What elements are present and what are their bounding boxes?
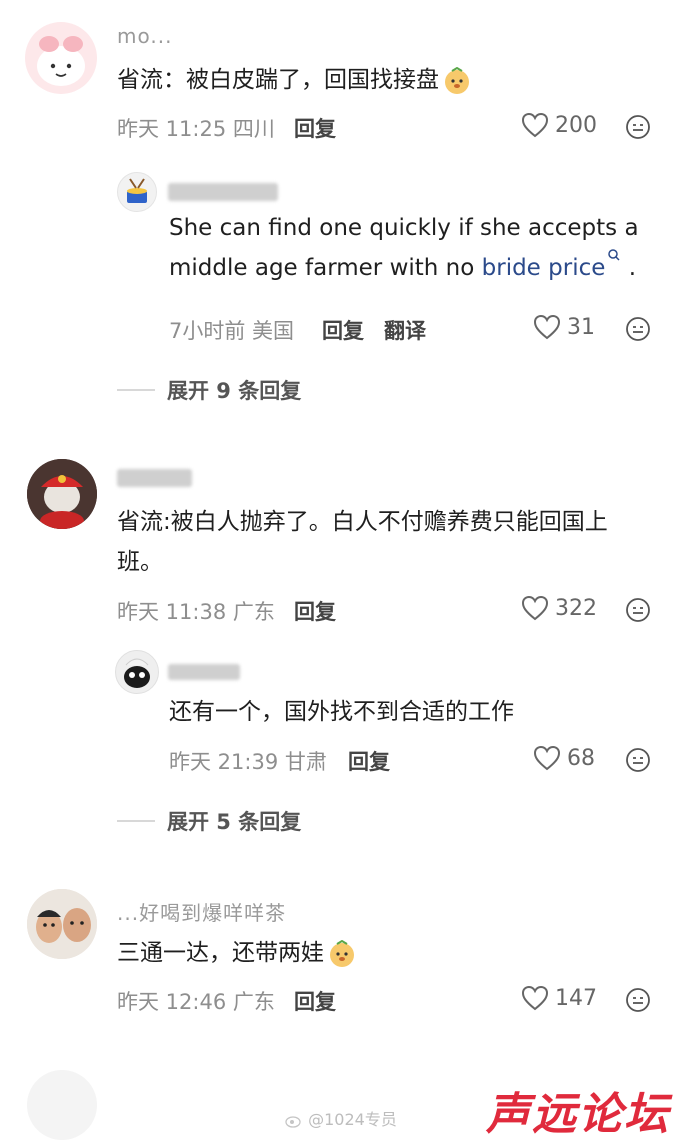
username[interactable]: mo... xyxy=(117,24,172,48)
redacted-name xyxy=(117,468,192,487)
reply-button[interactable]: 回复 xyxy=(294,986,336,1016)
like-button[interactable]: 322 xyxy=(521,595,597,621)
username-blurred[interactable] xyxy=(168,178,278,202)
heart-icon xyxy=(521,985,549,1011)
like-count: 322 xyxy=(555,595,597,621)
avatar[interactable] xyxy=(27,1070,97,1140)
avatar[interactable] xyxy=(117,172,157,212)
like-button[interactable]: 31 xyxy=(533,314,595,340)
avatar[interactable] xyxy=(115,650,159,694)
username-blurred[interactable] xyxy=(168,658,240,682)
like-button[interactable]: 147 xyxy=(521,985,597,1011)
emoji-reaction-icon[interactable] xyxy=(625,747,651,773)
username-text: mo... xyxy=(117,24,173,48)
reply-button[interactable]: 回复 xyxy=(348,746,390,776)
comment-text-content: 省流:被白人抛弃了。白人不付赡养费只能回国上班。 xyxy=(117,509,608,575)
username-text: ...好喝到爆咩咩茶 xyxy=(117,901,287,925)
expand-replies-button[interactable]: 展开 5 条回复 xyxy=(117,806,301,836)
emoji-reaction-icon[interactable] xyxy=(625,597,651,623)
dog-emoji-icon xyxy=(330,939,354,967)
expand-label: 展开 5 条回复 xyxy=(167,810,302,834)
like-count: 68 xyxy=(567,745,595,771)
comment-text: 省流：被白皮踹了，回国找接盘 xyxy=(117,60,657,100)
dog-emoji-icon xyxy=(445,66,469,94)
like-count: 31 xyxy=(567,314,595,340)
username-blurred[interactable] xyxy=(117,464,192,488)
emoji-reaction-icon[interactable] xyxy=(625,114,651,140)
avatar[interactable] xyxy=(27,459,97,529)
reply-text: She can find one quickly if she accepts … xyxy=(169,208,639,288)
expand-label: 展开 9 条回复 xyxy=(167,379,302,403)
like-button[interactable]: 200 xyxy=(521,112,597,138)
heart-icon xyxy=(521,112,549,138)
username[interactable]: ...好喝到爆咩咩茶 xyxy=(117,897,286,926)
comment-text-content: 省流：被白皮踹了，回国找接盘 xyxy=(117,67,439,93)
redacted-name xyxy=(168,663,240,680)
link-text: bride price xyxy=(481,255,606,281)
reply-text: 还有一个，国外找不到合适的工作 xyxy=(169,692,639,732)
heart-icon xyxy=(533,314,561,340)
divider-line xyxy=(117,389,155,391)
avatar[interactable] xyxy=(27,889,97,959)
comment-text: 省流:被白人抛弃了。白人不付赡养费只能回国上班。 xyxy=(117,502,647,582)
reply-time: 7小时前 美国 xyxy=(169,319,295,343)
like-count: 200 xyxy=(555,112,597,138)
brand-logo: 声远论坛 xyxy=(486,1089,670,1140)
weibo-watermark: @1024专员 xyxy=(285,1106,397,1130)
comment-time: 昨天 12:46 广东 xyxy=(117,990,275,1014)
avatar[interactable] xyxy=(25,22,97,94)
weibo-icon xyxy=(285,1115,301,1128)
like-button[interactable]: 68 xyxy=(533,745,595,771)
like-count: 147 xyxy=(555,985,597,1011)
reply-button[interactable]: 回复 xyxy=(294,113,336,143)
reply-time: 昨天 21:39 甘肃 xyxy=(169,750,327,774)
emoji-reaction-icon[interactable] xyxy=(625,987,651,1013)
search-icon xyxy=(608,249,620,261)
comment-text-content: 三通一达，还带两娃 xyxy=(117,940,324,966)
reply-text-end: . xyxy=(621,255,637,281)
comment-text: 三通一达，还带两娃 xyxy=(117,933,657,973)
comment-time: 昨天 11:38 广东 xyxy=(117,600,275,624)
heart-icon xyxy=(533,745,561,771)
translate-button[interactable]: 翻译 xyxy=(384,315,426,345)
bride-price-link[interactable]: bride price xyxy=(481,249,622,281)
watermark-text: @1024专员 xyxy=(308,1110,397,1129)
reply-button[interactable]: 回复 xyxy=(322,315,364,345)
expand-replies-button[interactable]: 展开 9 条回复 xyxy=(117,375,301,405)
emoji-reaction-icon[interactable] xyxy=(625,316,651,342)
comment-time: 昨天 11:25 四川 xyxy=(117,117,275,141)
divider-line xyxy=(117,820,155,822)
reply-text-content: 还有一个，国外找不到合适的工作 xyxy=(169,699,514,725)
heart-icon xyxy=(521,595,549,621)
redacted-name xyxy=(168,182,278,201)
reply-button[interactable]: 回复 xyxy=(294,596,336,626)
